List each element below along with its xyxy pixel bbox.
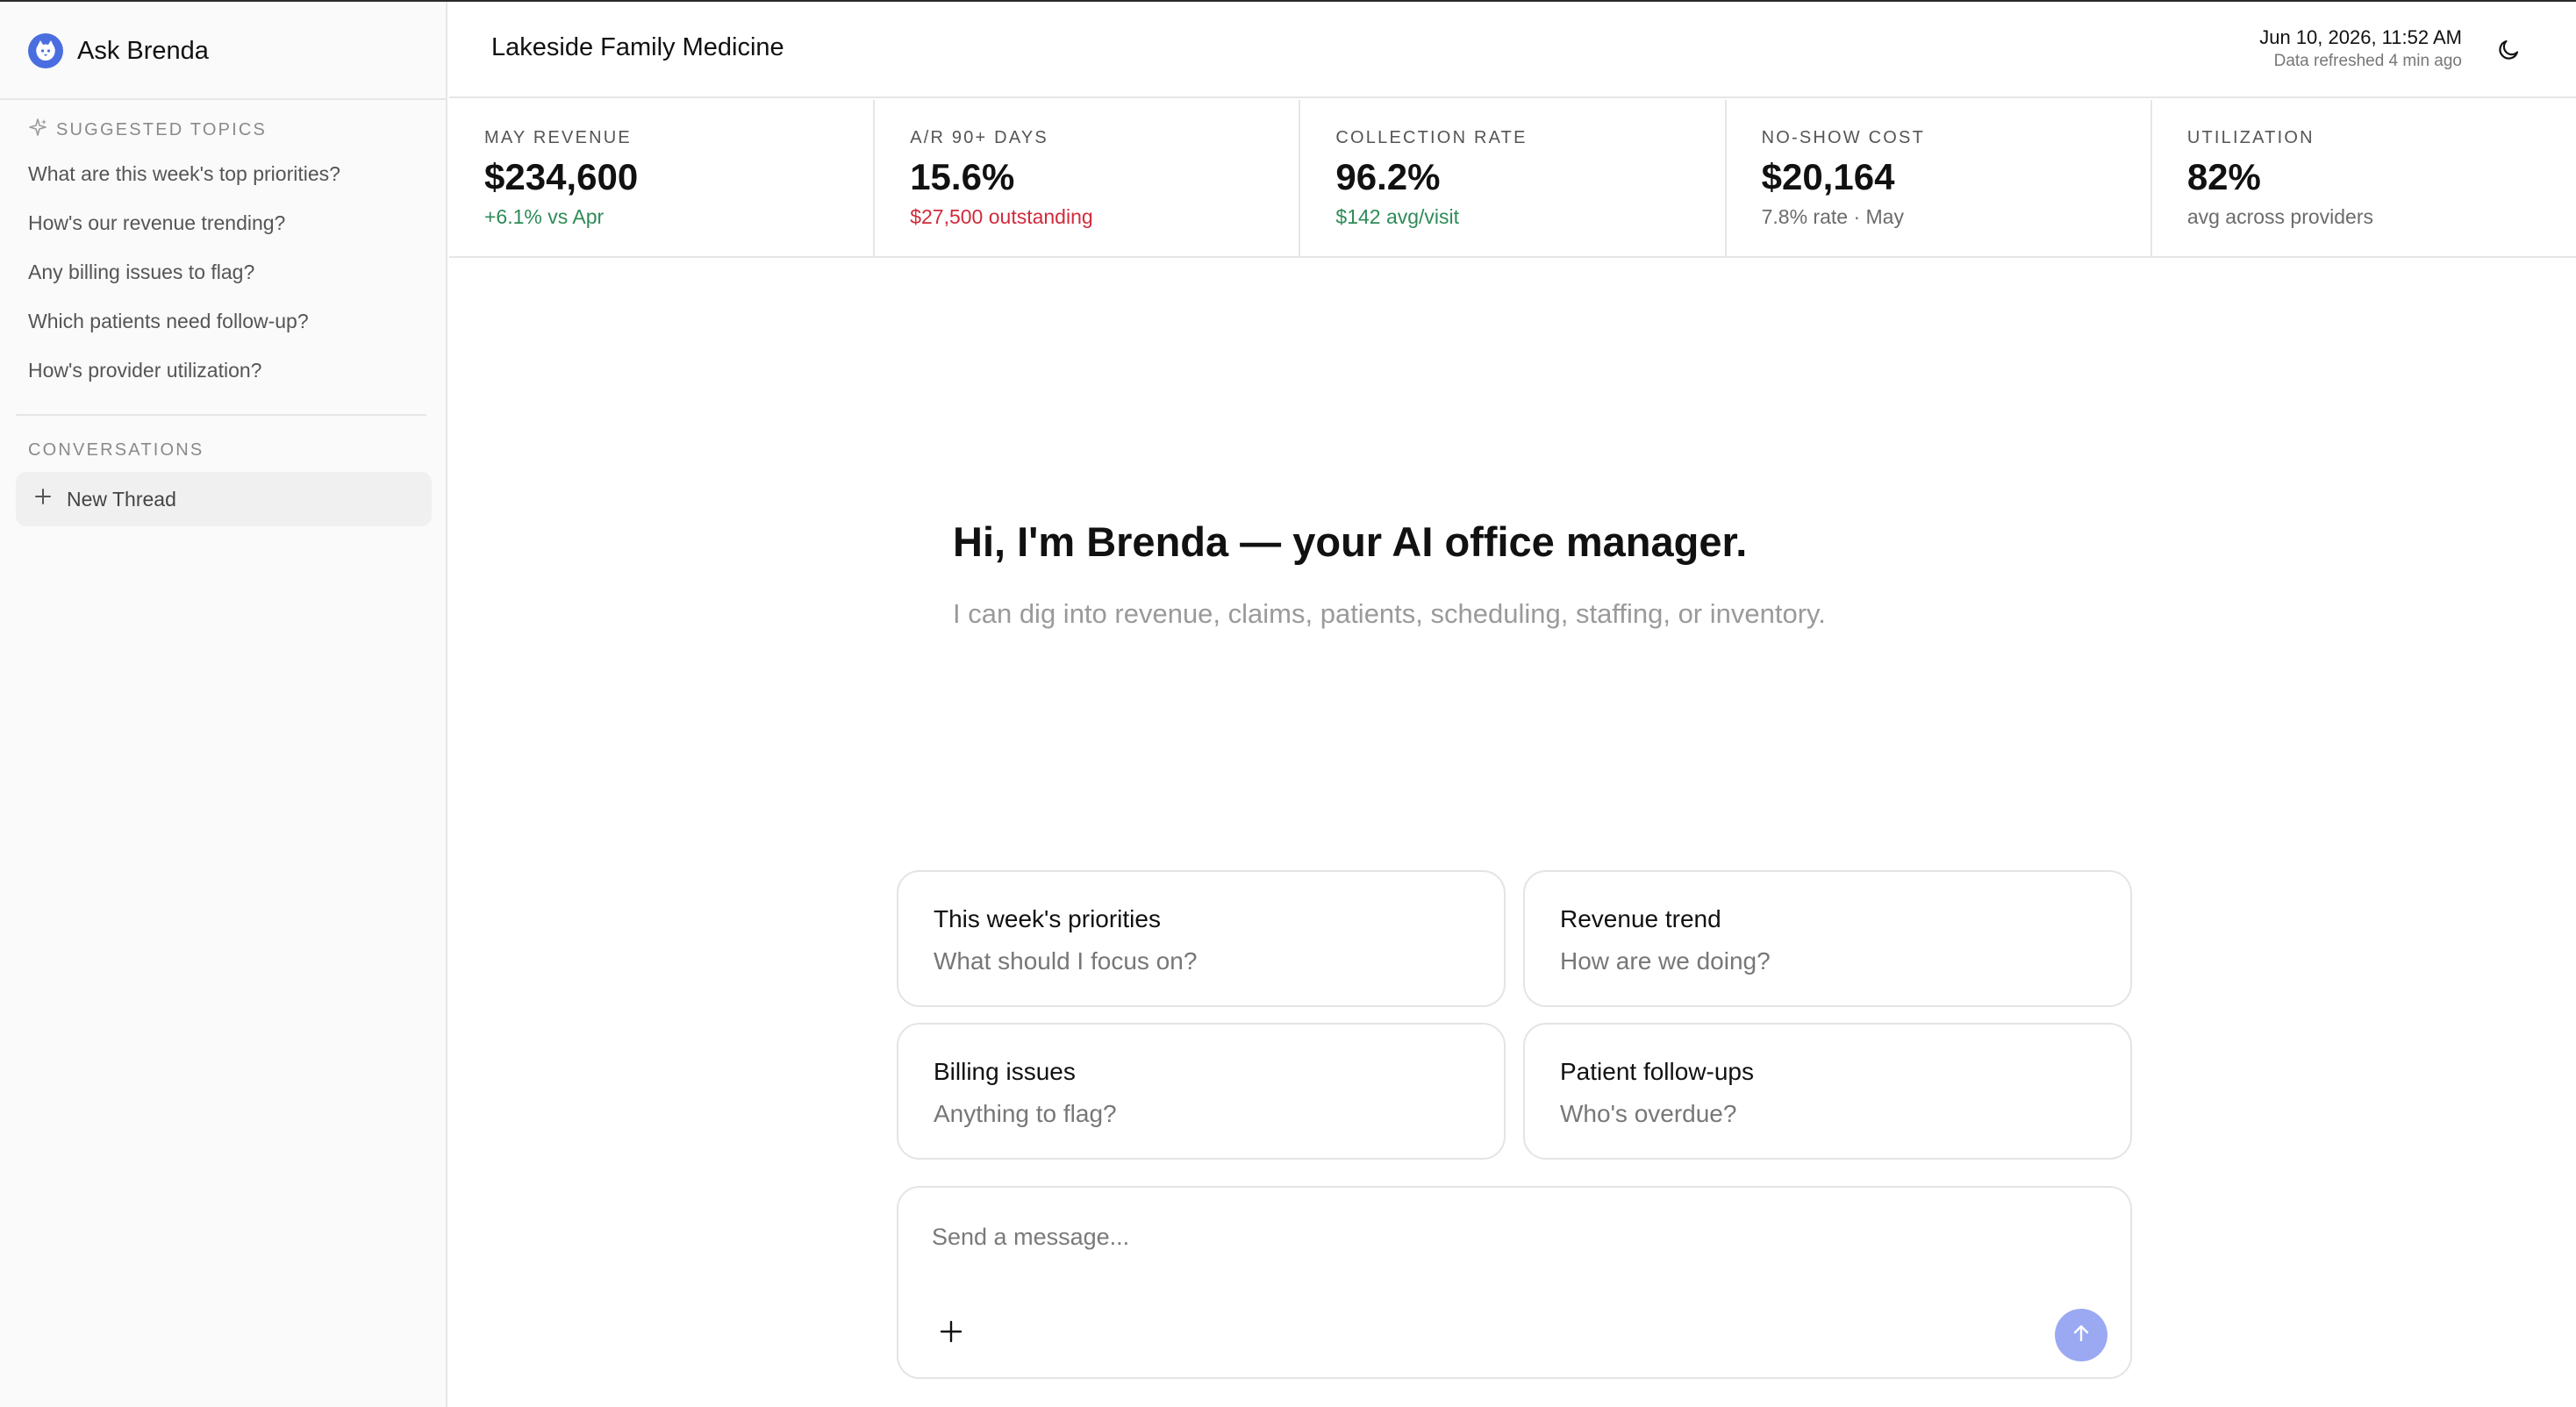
suggestion-cards: This week's priorities What should I foc… xyxy=(897,870,2132,1160)
kpi-label: MAY REVENUE xyxy=(484,128,632,147)
topic-list: What are this week's top priorities? How… xyxy=(28,156,340,402)
kpi-value: 96.2% xyxy=(1335,156,1441,197)
card-subtitle: Who's overdue? xyxy=(1560,1100,1737,1127)
moon-icon xyxy=(2496,36,2522,67)
suggestion-card-patient-follow-ups[interactable]: Patient follow-ups Who's overdue? xyxy=(1523,1023,2132,1160)
send-button[interactable] xyxy=(2055,1309,2107,1361)
kpi-label: COLLECTION RATE xyxy=(1335,128,1528,147)
brand[interactable]: Ask Brenda xyxy=(28,32,209,70)
card-title: Billing issues xyxy=(934,1058,1076,1085)
kpi-subtext: $142 avg/visit xyxy=(1335,205,1460,228)
theme-toggle-button[interactable] xyxy=(2492,33,2527,68)
topic-item[interactable]: Which patients need follow-up? xyxy=(28,304,340,353)
divider xyxy=(16,414,426,416)
conversations-heading: CONVERSATIONS xyxy=(28,440,204,460)
current-datetime: Jun 10, 2026, 11:52 AM xyxy=(2259,26,2462,48)
suggestion-card-billing-issues[interactable]: Billing issues Anything to flag? xyxy=(897,1023,1506,1160)
kpi-strip: MAY REVENUE $234,600 +6.1% vs Apr A/R 90… xyxy=(449,100,2576,258)
kpi-subtext: +6.1% vs Apr xyxy=(484,205,605,228)
new-thread-label: New Thread xyxy=(67,487,176,511)
card-subtitle: How are we doing? xyxy=(1560,947,1771,975)
welcome-subtitle: I can dig into revenue, claims, patients… xyxy=(953,598,1826,629)
kpi-label: A/R 90+ DAYS xyxy=(910,128,1048,147)
app-title: Ask Brenda xyxy=(77,36,209,65)
kpi-card-may-revenue: MAY REVENUE $234,600 +6.1% vs Apr xyxy=(449,100,876,256)
sparkle-icon xyxy=(28,118,47,142)
card-subtitle: Anything to flag? xyxy=(934,1100,1117,1127)
suggestion-card-revenue-trend[interactable]: Revenue trend How are we doing? xyxy=(1523,870,2132,1007)
refresh-status: Jun 10, 2026, 11:52 AM Data refreshed 4 … xyxy=(2259,25,2462,72)
kpi-card-utilization: UTILIZATION 82% avg across providers xyxy=(2152,100,2576,256)
divider xyxy=(0,98,447,100)
kpi-value: $234,600 xyxy=(484,156,639,197)
kpi-value: 82% xyxy=(2186,156,2261,197)
cat-logo-icon xyxy=(28,33,63,68)
suggested-topics-label: SUGGESTED TOPICS xyxy=(56,119,268,139)
new-thread-button[interactable]: New Thread xyxy=(16,472,432,526)
topic-item[interactable]: How's our revenue trending? xyxy=(28,205,340,254)
kpi-label: NO-SHOW COST xyxy=(1761,128,1925,147)
kpi-value: $20,164 xyxy=(1761,156,1895,197)
kpi-card-no-show-cost: NO-SHOW COST $20,164 7.8% rate · May xyxy=(1727,100,2152,256)
kpi-subtext: $27,500 outstanding xyxy=(910,205,1093,228)
plus-icon xyxy=(938,1318,964,1349)
kpi-label: UTILIZATION xyxy=(2186,128,2315,147)
topic-item[interactable]: How's provider utilization? xyxy=(28,353,340,402)
data-refreshed-text: Data refreshed 4 min ago xyxy=(2273,52,2462,70)
kpi-value: 15.6% xyxy=(910,156,1015,197)
card-subtitle: What should I focus on? xyxy=(934,947,1198,975)
welcome-heading: Hi, I'm Brenda — your AI office manager. xyxy=(953,518,1748,565)
suggested-topics-heading: SUGGESTED TOPICS xyxy=(28,118,267,142)
topic-item[interactable]: Any billing issues to flag? xyxy=(28,254,340,304)
kpi-card-collection-rate: COLLECTION RATE 96.2% $142 avg/visit xyxy=(1300,100,1727,256)
card-title: This week's priorities xyxy=(934,905,1161,932)
practice-name: Lakeside Family Medicine xyxy=(491,33,784,61)
kpi-subtext: avg across providers xyxy=(2186,205,2374,228)
suggestion-card-priorities[interactable]: This week's priorities What should I foc… xyxy=(897,870,1506,1007)
message-composer xyxy=(897,1186,2132,1379)
kpi-subtext: 7.8% rate · May xyxy=(1761,205,1904,228)
top-bar: Lakeside Family Medicine Jun 10, 2026, 1… xyxy=(449,2,2576,98)
attach-button[interactable] xyxy=(934,1316,969,1351)
plus-icon xyxy=(33,487,53,511)
card-title: Revenue trend xyxy=(1560,905,1721,932)
arrow-up-icon xyxy=(2070,1322,2093,1349)
topic-item[interactable]: What are this week's top priorities? xyxy=(28,156,340,205)
kpi-card-ar-90-days: A/R 90+ DAYS 15.6% $27,500 outstanding xyxy=(875,100,1301,256)
card-title: Patient follow-ups xyxy=(1560,1058,1755,1085)
sidebar: Ask Brenda SUGGESTED TOPICS What are thi… xyxy=(0,2,447,1407)
message-input[interactable] xyxy=(932,1212,2072,1261)
